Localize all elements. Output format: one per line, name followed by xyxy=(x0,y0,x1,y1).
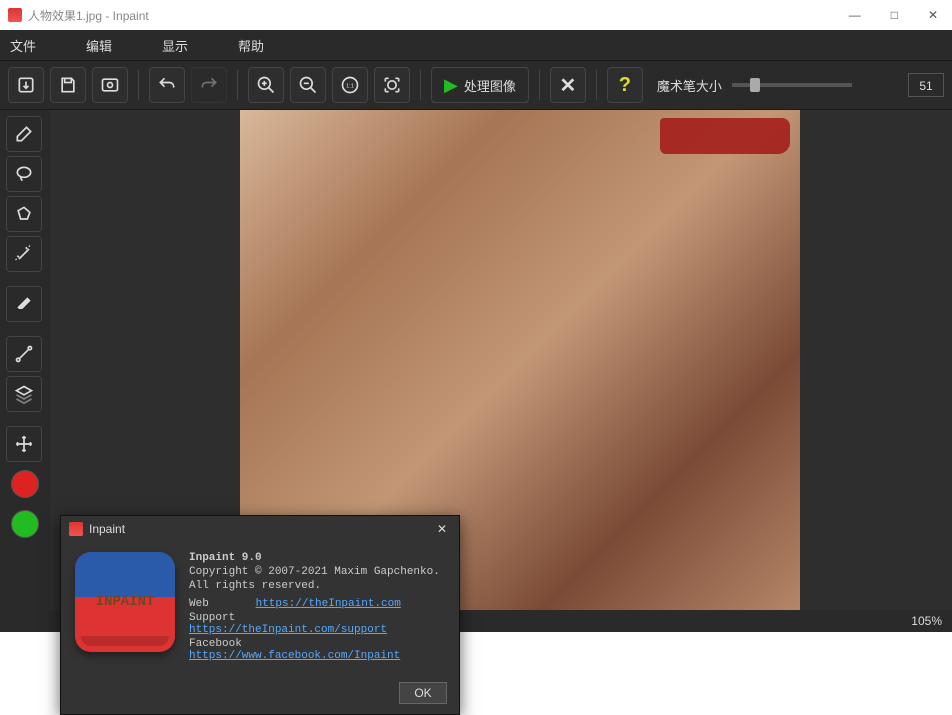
dialog-titlebar: Inpaint ✕ xyxy=(61,516,459,542)
web-link[interactable]: https://theInpaint.com xyxy=(256,598,401,610)
zoom-fit-button[interactable] xyxy=(374,67,410,103)
question-icon: ? xyxy=(619,74,631,97)
titlebar: 人物效果1.jpg - Inpaint — □ ✕ xyxy=(0,0,952,30)
support-label: Support xyxy=(189,612,249,624)
help-button[interactable]: ? xyxy=(607,67,643,103)
app-window: 人物效果1.jpg - Inpaint — □ ✕ 文件 编辑 显示 帮助 1:… xyxy=(0,0,952,632)
window-controls: — □ ✕ xyxy=(843,8,944,22)
about-dialog: Inpaint ✕ INPAINT Inpaint 9.0 Copyright … xyxy=(60,515,460,715)
facebook-label: Facebook xyxy=(189,638,249,650)
rights-text: All rights reserved. xyxy=(189,580,445,592)
dialog-footer: OK xyxy=(61,676,459,714)
marker-tool[interactable] xyxy=(6,116,42,152)
brush-size-value[interactable]: 51 xyxy=(908,73,944,97)
slider-thumb[interactable] xyxy=(750,78,760,92)
redo-button[interactable] xyxy=(191,67,227,103)
product-name: Inpaint 9.0 xyxy=(189,552,262,564)
app-icon xyxy=(69,522,83,536)
separator xyxy=(138,70,139,100)
menubar: 文件 编辑 显示 帮助 xyxy=(0,30,952,60)
open-button[interactable] xyxy=(8,67,44,103)
eraser-tool[interactable] xyxy=(6,286,42,322)
inpaint-logo-icon: INPAINT xyxy=(75,552,175,652)
zoom-in-button[interactable] xyxy=(248,67,284,103)
main-area: Inpaint ✕ INPAINT Inpaint 9.0 Copyright … xyxy=(0,110,952,610)
polygon-tool[interactable] xyxy=(6,196,42,232)
line-tool[interactable] xyxy=(6,336,42,372)
separator xyxy=(539,70,540,100)
facebook-link[interactable]: https://www.facebook.com/Inpaint xyxy=(189,650,400,662)
ok-button[interactable]: OK xyxy=(399,682,447,704)
maximize-button[interactable]: □ xyxy=(885,8,904,22)
green-color-button[interactable] xyxy=(11,510,39,538)
brush-size-label: 魔术笔大小 xyxy=(657,76,722,95)
undo-button[interactable] xyxy=(149,67,185,103)
minimize-button[interactable]: — xyxy=(843,8,867,22)
dialog-close-button[interactable]: ✕ xyxy=(433,522,451,536)
lasso-tool[interactable] xyxy=(6,156,42,192)
app-icon xyxy=(8,8,22,22)
layers-tool[interactable] xyxy=(6,376,42,412)
brush-size-control: 魔术笔大小 xyxy=(657,76,852,95)
cancel-button[interactable]: ✕ xyxy=(550,67,586,103)
support-link[interactable]: https://theInpaint.com/support xyxy=(189,624,387,636)
preview-button[interactable] xyxy=(92,67,128,103)
window-title: 人物效果1.jpg - Inpaint xyxy=(28,7,843,24)
web-label: Web xyxy=(189,598,249,610)
dialog-title: Inpaint xyxy=(89,522,125,536)
zoom-level: 105% xyxy=(911,614,942,628)
tool-sidebar xyxy=(0,110,50,610)
menu-help[interactable]: 帮助 xyxy=(238,36,264,55)
x-icon: ✕ xyxy=(559,73,576,98)
separator xyxy=(420,70,421,100)
toolbar: 1:1 ▶ 处理图像 ✕ ? 魔术笔大小 51 xyxy=(0,60,952,110)
red-color-button[interactable] xyxy=(11,470,39,498)
zoom-actual-button[interactable]: 1:1 xyxy=(332,67,368,103)
brush-size-slider[interactable] xyxy=(732,83,852,87)
copyright-text: Copyright © 2007-2021 Maxim Gapchenko. xyxy=(189,566,445,578)
save-button[interactable] xyxy=(50,67,86,103)
separator xyxy=(237,70,238,100)
process-label: 处理图像 xyxy=(464,76,516,95)
menu-view[interactable]: 显示 xyxy=(162,36,188,55)
zoom-out-button[interactable] xyxy=(290,67,326,103)
dialog-text: Inpaint 9.0 Copyright © 2007-2021 Maxim … xyxy=(189,552,445,666)
magic-wand-tool[interactable] xyxy=(6,236,42,272)
selection-mask xyxy=(660,118,790,154)
process-button[interactable]: ▶ 处理图像 xyxy=(431,67,529,103)
close-button[interactable]: ✕ xyxy=(922,8,944,22)
move-tool[interactable] xyxy=(6,426,42,462)
dialog-body: INPAINT Inpaint 9.0 Copyright © 2007-202… xyxy=(61,542,459,676)
menu-file[interactable]: 文件 xyxy=(10,36,36,55)
separator xyxy=(596,70,597,100)
svg-text:1:1: 1:1 xyxy=(346,84,354,90)
menu-edit[interactable]: 编辑 xyxy=(86,36,112,55)
play-icon: ▶ xyxy=(444,75,458,96)
